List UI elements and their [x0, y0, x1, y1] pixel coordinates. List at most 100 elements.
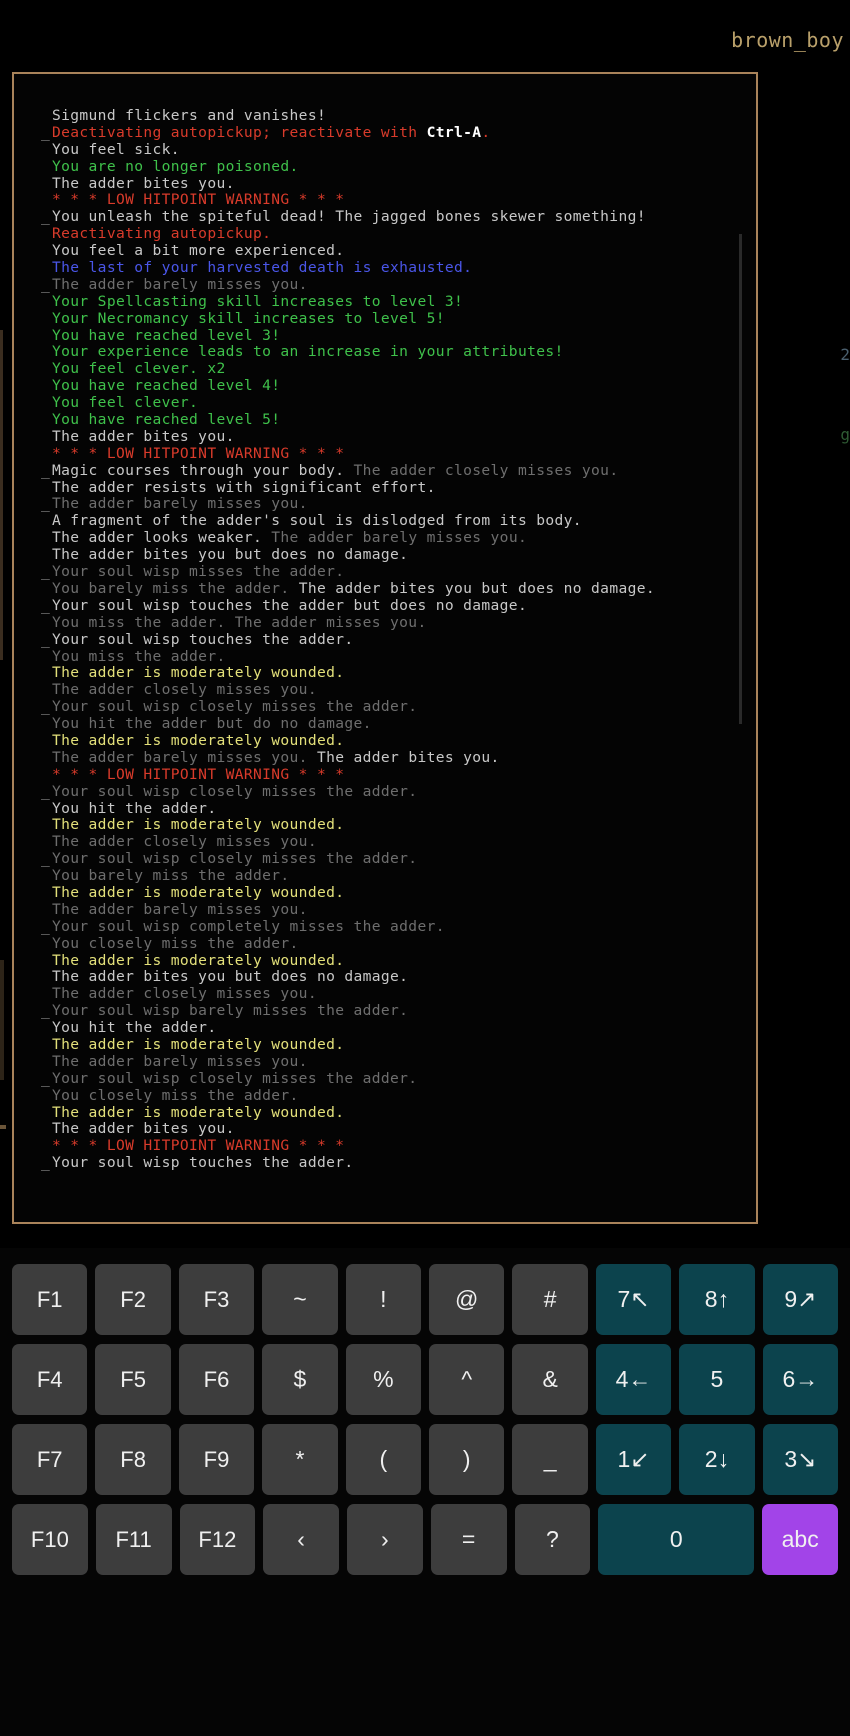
- virtual-keyboard[interactable]: F1 F2 F3 ~! @ #7↖ 8↑ 9↗ F4 F5 F6 $% ^ & 4← 5 6→ F7 F8 F9 *()…: [0, 1248, 850, 1736]
- message-segment: The adder is moderately wounded.: [52, 1103, 345, 1121]
- message-log-line: _ Your soul wisp closely misses the adder…: [41, 1070, 756, 1088]
- message-segment: The adder bites you but does no damage.: [52, 546, 409, 564]
- message-log-line: You feel clever. x2: [52, 360, 756, 378]
- key-numpad-8-up[interactable]: 8↑: [679, 1264, 755, 1335]
- key-numpad-9-upright[interactable]: 9↗: [762, 1264, 839, 1335]
- message-log-line: The adder is moderately wounded.: [52, 884, 756, 902]
- key-f1[interactable]: F1: [12, 1264, 88, 1335]
- keyboard-row: F1 F2 F3 ~! @ #7↖ 8↑ 9↗: [8, 1264, 842, 1335]
- message-continuation-marker: _: [41, 698, 51, 716]
- message-log-line: * * * LOW HITPOINT WARNING * * *: [52, 765, 756, 784]
- message-log-line: You hit the adder.: [52, 800, 756, 818]
- message-segment: You barely miss the adder.: [52, 579, 299, 597]
- key-paren-close[interactable]: ): [429, 1424, 505, 1495]
- message-log-line: The adder bites you but does no damage.: [52, 968, 756, 986]
- key-angle-left[interactable]: ‹: [263, 1504, 339, 1575]
- message-segment: The adder bites you but does no damage.: [52, 968, 409, 986]
- message-log-line: _ Your soul wisp closely misses the adder…: [41, 850, 756, 868]
- key-f2[interactable]: F2: [95, 1264, 171, 1335]
- game-screen: brown_boy 2 g Sigmund flickers and vanis…: [0, 0, 850, 1736]
- key-dollar[interactable]: $: [262, 1344, 338, 1415]
- message-segment: You miss the adder.: [52, 647, 226, 665]
- message-continuation-marker: _: [41, 1069, 51, 1087]
- hud-fragment-lower: g: [840, 425, 850, 444]
- message-log-line: You have reached level 5!: [52, 411, 756, 429]
- message-segment: You have reached level 3!: [52, 326, 281, 344]
- message-segment: The adder bites you but does no damage.: [298, 579, 655, 597]
- message-log-line: The adder is moderately wounded.: [52, 816, 756, 834]
- key-f12[interactable]: F12: [179, 1504, 256, 1575]
- message-segment: You hit the adder but do no damage.: [52, 715, 372, 733]
- message-log-line: The adder is moderately wounded.: [52, 1103, 756, 1122]
- key-caret[interactable]: ^: [429, 1344, 505, 1415]
- key-f5[interactable]: F5: [95, 1344, 171, 1415]
- key-f9[interactable]: F9: [178, 1424, 255, 1495]
- message-continuation-marker: _: [41, 917, 51, 935]
- key-f11[interactable]: F11: [95, 1504, 172, 1575]
- message-log-line: Your Spellcasting skill increases to lev…: [52, 293, 756, 311]
- message-log-line: You have reached level 4!: [52, 377, 756, 395]
- key-f8[interactable]: F8: [95, 1424, 171, 1495]
- message-segment: The adder closely misses you.: [52, 681, 317, 699]
- key-hash[interactable]: #: [512, 1264, 588, 1335]
- key-paren-open[interactable]: (: [345, 1424, 422, 1495]
- key-at[interactable]: @: [429, 1264, 505, 1335]
- key-abc-mode[interactable]: abc: [762, 1504, 839, 1575]
- key-numpad-5[interactable]: 5: [679, 1344, 755, 1415]
- message-log-line: You hit the adder.: [52, 1019, 756, 1037]
- key-numpad-6-right[interactable]: 6→: [762, 1344, 839, 1415]
- key-percent[interactable]: %: [345, 1344, 422, 1415]
- key-numpad-7-upleft[interactable]: 7↖: [595, 1264, 672, 1335]
- message-segment: Your soul wisp closely misses the adder.: [52, 782, 418, 800]
- message-segment: Your soul wisp barely misses the adder.: [52, 1002, 409, 1020]
- message-segment: The adder resists with significant effor…: [52, 478, 436, 496]
- message-segment: You feel sick.: [52, 140, 180, 158]
- top-bar: brown_boy: [0, 0, 850, 72]
- message-log-line: _ Your soul wisp closely misses the adder…: [41, 698, 756, 716]
- message-log-line: _ Deactivating autopickup; reactivate wit…: [41, 123, 756, 142]
- key-ampersand[interactable]: &: [512, 1344, 588, 1415]
- message-log-line: _ Your soul wisp barely misses the adder.: [41, 1002, 756, 1020]
- key-f4[interactable]: F4: [12, 1344, 88, 1415]
- message-segment: The adder barely misses you.: [271, 529, 528, 547]
- key-question[interactable]: ?: [514, 1504, 591, 1575]
- message-log-line: * * * LOW HITPOINT WARNING * * *: [52, 192, 756, 209]
- key-numpad-4-left[interactable]: 4←: [595, 1344, 672, 1415]
- message-log-line: _ Your soul wisp misses the adder.: [41, 563, 756, 581]
- message-log-lines: Sigmund flickers and vanishes! _ Deactivat…: [14, 107, 756, 1172]
- key-tilde[interactable]: ~: [262, 1264, 338, 1335]
- key-numpad-2-down[interactable]: 2↓: [679, 1424, 755, 1495]
- key-f7[interactable]: F7: [12, 1424, 88, 1495]
- message-continuation-marker: _: [41, 1154, 51, 1172]
- key-angle-right[interactable]: ›: [347, 1504, 423, 1575]
- message-segment: You unleash the spiteful dead! The jagge…: [52, 208, 646, 226]
- message-segment: You are no longer poisoned.: [52, 157, 299, 175]
- key-equals[interactable]: =: [430, 1504, 507, 1575]
- key-exclamation[interactable]: !: [345, 1264, 422, 1335]
- key-numpad-3-downright[interactable]: 3↘: [762, 1424, 839, 1495]
- message-segment: The adder is moderately wounded.: [52, 1035, 345, 1053]
- message-log-line: The adder bites you.: [52, 175, 756, 193]
- message-continuation-marker: _: [41, 495, 51, 513]
- message-segment: The adder looks weaker.: [52, 529, 272, 547]
- key-f3[interactable]: F3: [178, 1264, 255, 1335]
- key-numpad-1-downleft[interactable]: 1↙: [595, 1424, 672, 1495]
- message-log-line: You are no longer poisoned.: [52, 157, 756, 176]
- key-f6[interactable]: F6: [178, 1344, 255, 1415]
- message-segment: The adder closely misses you.: [52, 833, 317, 851]
- message-log-panel[interactable]: Sigmund flickers and vanishes! _ Deactivat…: [12, 72, 758, 1224]
- message-segment: * * * LOW HITPOINT WARNING * * *: [52, 765, 345, 783]
- message-log-line: The adder closely misses you.: [52, 833, 756, 851]
- key-numpad-0[interactable]: 0: [598, 1504, 755, 1575]
- message-log-line: You miss the adder.: [52, 647, 756, 666]
- message-log-line: The adder barely misses you.: [52, 901, 756, 919]
- message-log-line: * * * LOW HITPOINT WARNING * * *: [52, 445, 756, 463]
- key-asterisk[interactable]: *: [262, 1424, 338, 1495]
- message-segment: You miss the adder. The adder misses you…: [52, 613, 427, 631]
- message-segment: The adder is moderately wounded.: [52, 731, 345, 749]
- key-f10[interactable]: F10: [12, 1504, 88, 1575]
- message-segment: Deactivating autopickup; reactivate with: [52, 123, 427, 141]
- message-continuation-marker: _: [41, 208, 51, 226]
- key-underscore[interactable]: _: [512, 1424, 588, 1495]
- message-log-scrollbar[interactable]: [739, 234, 742, 724]
